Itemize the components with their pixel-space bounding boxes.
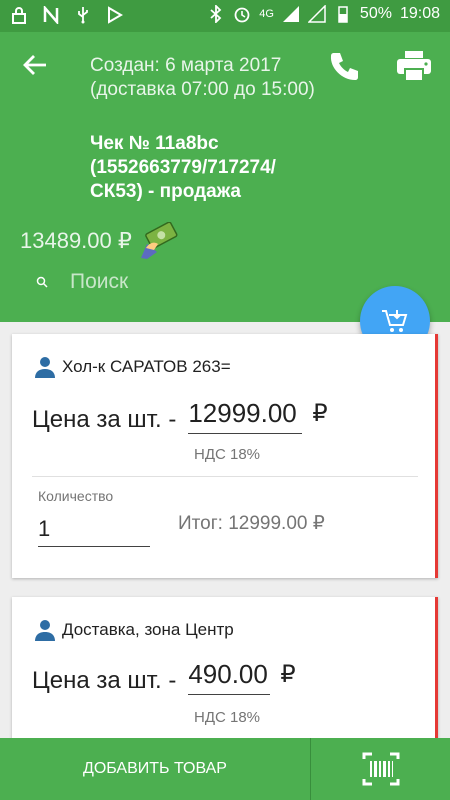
item-name: Доставка, зона Центр bbox=[62, 620, 234, 639]
vat-label: НДС 18% bbox=[194, 446, 261, 463]
search-input[interactable]: Поиск bbox=[70, 270, 128, 294]
money-icon bbox=[140, 222, 178, 259]
battery-level: 50% bbox=[359, 5, 392, 22]
item-title: Доставка, зона Центр bbox=[34, 619, 234, 641]
currency-sign: ₽ bbox=[312, 400, 328, 427]
bottom-action-bar: ДОБАВИТЬ ТОВАР bbox=[0, 738, 450, 800]
cart-add-icon bbox=[382, 310, 408, 332]
total-amount: 13489.00 ₽ bbox=[20, 222, 184, 260]
usb-icon bbox=[78, 7, 88, 24]
item-total: Итог: 12999.00 ₽ bbox=[178, 513, 325, 534]
price-row: Цена за шт. - 12999.00 ₽ bbox=[32, 398, 328, 434]
add-product-button[interactable]: ДОБАВИТЬ ТОВАР bbox=[0, 738, 310, 800]
person-icon bbox=[35, 357, 55, 378]
total-value: 13489.00 ₽ bbox=[20, 228, 132, 253]
bluetooth-icon bbox=[210, 5, 222, 23]
back-arrow-icon[interactable] bbox=[20, 50, 50, 80]
currency-sign: ₽ bbox=[280, 661, 296, 688]
price-label: Цена за шт. - bbox=[32, 667, 177, 694]
price-label: Цена за шт. - bbox=[32, 406, 177, 433]
price-input[interactable]: 490.00 bbox=[188, 659, 271, 695]
receipt-number: Чек № 11a8bc (1552663779/717274/СК53) - … bbox=[90, 133, 276, 202]
app-bar: Создан: 6 марта 2017 (доставка 07:00 до … bbox=[0, 32, 450, 322]
divider bbox=[32, 476, 418, 477]
signal-icon bbox=[282, 6, 299, 22]
order-item-card: Доставка, зона Центр Цена за шт. - 490.0… bbox=[12, 597, 438, 747]
search-icon bbox=[36, 276, 48, 288]
clock: 19:08 bbox=[399, 5, 440, 22]
quantity-label: Количество bbox=[38, 488, 114, 504]
alarm-icon bbox=[234, 7, 250, 23]
printer-icon[interactable] bbox=[396, 50, 432, 82]
price-row: Цена за шт. - 490.00 ₽ bbox=[32, 659, 296, 695]
signal2-icon bbox=[307, 5, 326, 23]
play-store-icon bbox=[108, 6, 123, 24]
quantity-input[interactable]: 1 bbox=[38, 516, 150, 547]
search-bar[interactable]: Поиск bbox=[36, 270, 128, 294]
price-input[interactable]: 12999.00 bbox=[188, 398, 303, 434]
battery-icon bbox=[338, 6, 348, 23]
status-bar: 4G 50% 19:08 bbox=[0, 0, 450, 32]
order-item-card: Хол-к САРАТОВ 263= Цена за шт. - 12999.0… bbox=[12, 334, 438, 578]
order-created: Создан: 6 марта 2017 (доставка 07:00 до … bbox=[90, 55, 315, 100]
item-title: Хол-к САРАТОВ 263= bbox=[34, 356, 231, 378]
phone-icon[interactable] bbox=[328, 50, 360, 82]
scan-barcode-button[interactable] bbox=[311, 738, 450, 800]
item-name: Хол-к САРАТОВ 263= bbox=[62, 357, 231, 376]
lock-icon bbox=[12, 7, 26, 24]
barcode-icon bbox=[362, 752, 399, 786]
n-icon bbox=[43, 6, 59, 24]
person-icon bbox=[35, 620, 55, 641]
vat-label: НДС 18% bbox=[194, 709, 261, 726]
network-type: 4G bbox=[259, 8, 274, 20]
